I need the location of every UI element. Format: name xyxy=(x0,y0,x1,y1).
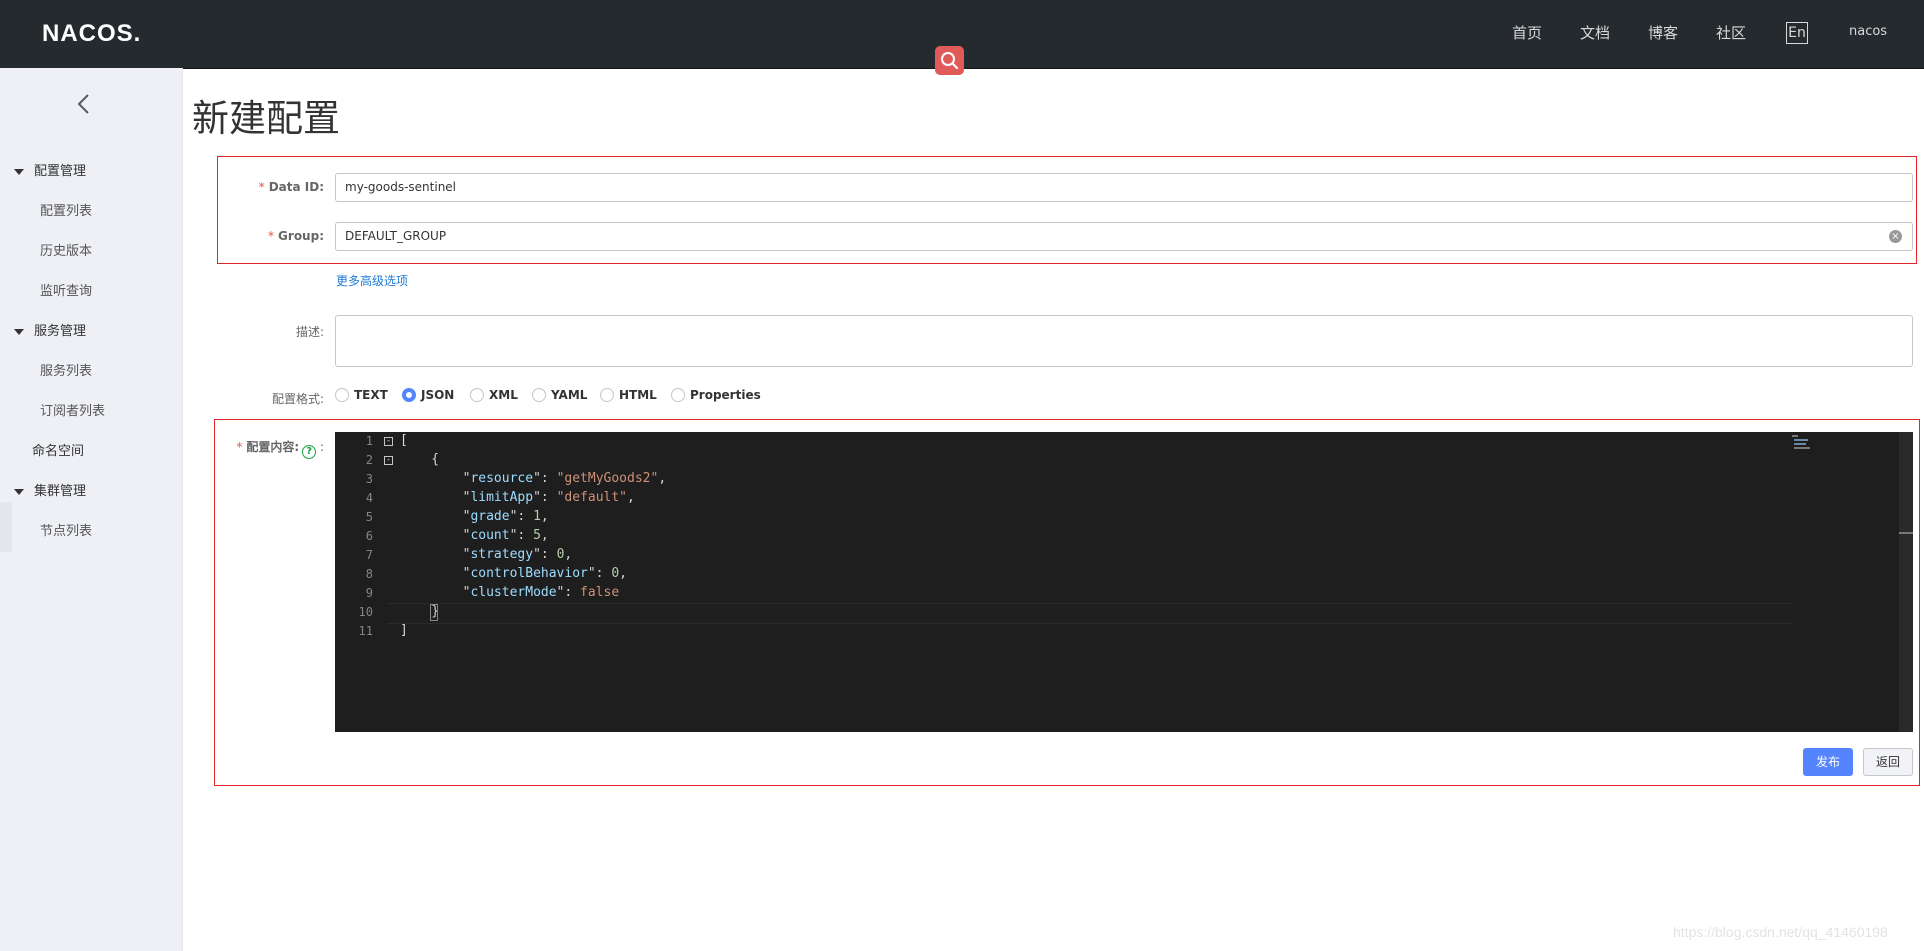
format-radio-text[interactable]: TEXT xyxy=(335,388,388,402)
code-line: "grade": 1, xyxy=(400,509,549,524)
code-line: "strategy": 0, xyxy=(400,547,573,562)
line-number: 6 xyxy=(365,529,373,543)
sidebar-group-service[interactable]: 服务管理 xyxy=(14,320,86,339)
language-switch-button[interactable]: En xyxy=(1786,22,1808,44)
minimap-icon xyxy=(1792,435,1810,449)
code-line: "limitApp": "default", xyxy=(400,490,635,505)
watermark-text: https://blog.csdn.net/qq_41460198 xyxy=(1673,924,1888,940)
required-mark: * xyxy=(236,440,243,454)
data-id-label: * Data ID: xyxy=(258,180,324,194)
user-name[interactable]: nacos xyxy=(1849,24,1887,39)
config-content-editor[interactable]: 1 2 3 4 5 6 7 8 9 10 11 - - [ { "resourc… xyxy=(335,432,1913,732)
sidebar-collapse-button[interactable] xyxy=(76,92,92,120)
line-number: 1 xyxy=(365,434,373,448)
group-label: * Group: xyxy=(268,229,324,243)
code-line: { xyxy=(400,452,440,467)
nav-blog-link[interactable]: 博客 xyxy=(1648,22,1678,43)
sidebar-item-listener-query[interactable]: 监听查询 xyxy=(40,280,92,299)
sidebar-item-nodes[interactable]: 节点列表 xyxy=(40,520,92,539)
editor-scrollbar[interactable] xyxy=(1899,432,1913,732)
radio-circle xyxy=(532,388,546,402)
line-number: 4 xyxy=(365,491,373,505)
caret-down-icon xyxy=(14,488,24,495)
editor-minimap[interactable] xyxy=(1791,434,1813,452)
line-number: 10 xyxy=(358,605,373,619)
nav-home-link[interactable]: 首页 xyxy=(1512,22,1542,43)
search-icon xyxy=(941,52,959,70)
help-icon[interactable]: ? xyxy=(302,445,317,459)
radio-circle xyxy=(402,388,416,402)
line-number: 5 xyxy=(365,510,373,524)
format-radio-xml[interactable]: XML xyxy=(470,388,518,402)
back-button[interactable]: 返回 xyxy=(1863,748,1913,776)
required-mark: * xyxy=(258,180,265,194)
advanced-options-link[interactable]: 更多高级选项 xyxy=(336,272,408,289)
line-number: 3 xyxy=(365,472,373,486)
group-input-value: DEFAULT_GROUP xyxy=(345,229,447,243)
format-radio-properties[interactable]: Properties xyxy=(671,388,761,402)
format-radio-html[interactable]: HTML xyxy=(600,388,657,402)
code-line: ] xyxy=(400,623,408,638)
nav-docs-link[interactable]: 文档 xyxy=(1580,22,1610,43)
code-line: [ xyxy=(400,433,408,448)
sidebar-item-history[interactable]: 历史版本 xyxy=(40,240,92,259)
format-radio-yaml[interactable]: YAML xyxy=(532,388,587,402)
sidebar-item-service-list[interactable]: 服务列表 xyxy=(40,360,92,379)
fold-toggle-icon[interactable]: - xyxy=(384,437,393,446)
data-id-input[interactable]: my-goods-sentinel xyxy=(335,173,1913,202)
line-number: 7 xyxy=(365,548,373,562)
current-line-highlight xyxy=(387,603,1792,624)
group-input[interactable]: DEFAULT_GROUP × xyxy=(335,222,1913,251)
line-number: 11 xyxy=(358,624,373,638)
format-radio-json[interactable]: JSON xyxy=(402,388,454,402)
nav-community-link[interactable]: 社区 xyxy=(1716,22,1746,43)
required-mark: * xyxy=(268,229,275,243)
radio-circle xyxy=(600,388,614,402)
publish-button[interactable]: 发布 xyxy=(1803,748,1853,776)
code-line: "controlBehavior": 0, xyxy=(400,566,627,581)
description-textarea[interactable] xyxy=(335,315,1913,367)
bracket-match-highlight xyxy=(430,604,438,621)
sidebar-item-config-list[interactable]: 配置列表 xyxy=(40,200,92,219)
caret-down-icon xyxy=(14,168,24,175)
format-label: 配置格式: xyxy=(271,392,324,406)
search-button[interactable] xyxy=(935,46,964,75)
code-line: "resource": "getMyGoods2", xyxy=(400,471,667,486)
line-number: 9 xyxy=(365,586,373,600)
radio-circle xyxy=(470,388,484,402)
line-number-gutter: 1 2 3 4 5 6 7 8 9 10 11 - - xyxy=(335,432,393,732)
sidebar-group-cluster[interactable]: 集群管理 xyxy=(14,480,86,499)
sidebar-item-namespace[interactable]: 命名空间 xyxy=(32,440,84,459)
code-line: "clusterMode": false xyxy=(400,585,620,600)
description-label: 描述: xyxy=(295,325,324,339)
content-label: * 配置内容:? : xyxy=(236,440,324,459)
sidebar-edge-tab[interactable] xyxy=(0,502,12,552)
line-number: 2 xyxy=(365,453,373,467)
page-title: 新建配置 xyxy=(192,97,340,140)
chevron-left-icon xyxy=(77,94,89,114)
nacos-logo[interactable]: NACOS. xyxy=(42,20,141,48)
sidebar-item-subscribers[interactable]: 订阅者列表 xyxy=(40,400,105,419)
clear-icon[interactable]: × xyxy=(1889,230,1902,243)
fold-toggle-icon[interactable]: - xyxy=(384,456,393,465)
code-line: "count": 5, xyxy=(400,528,549,543)
line-number: 8 xyxy=(365,567,373,581)
sidebar: 配置管理 配置列表 历史版本 监听查询 服务管理 服务列表 订阅者列表 命名空间… xyxy=(0,68,183,951)
radio-circle xyxy=(335,388,349,402)
sidebar-group-config[interactable]: 配置管理 xyxy=(14,160,86,179)
radio-circle xyxy=(671,388,685,402)
scrollbar-thumb[interactable] xyxy=(1899,532,1913,534)
caret-down-icon xyxy=(14,328,24,335)
